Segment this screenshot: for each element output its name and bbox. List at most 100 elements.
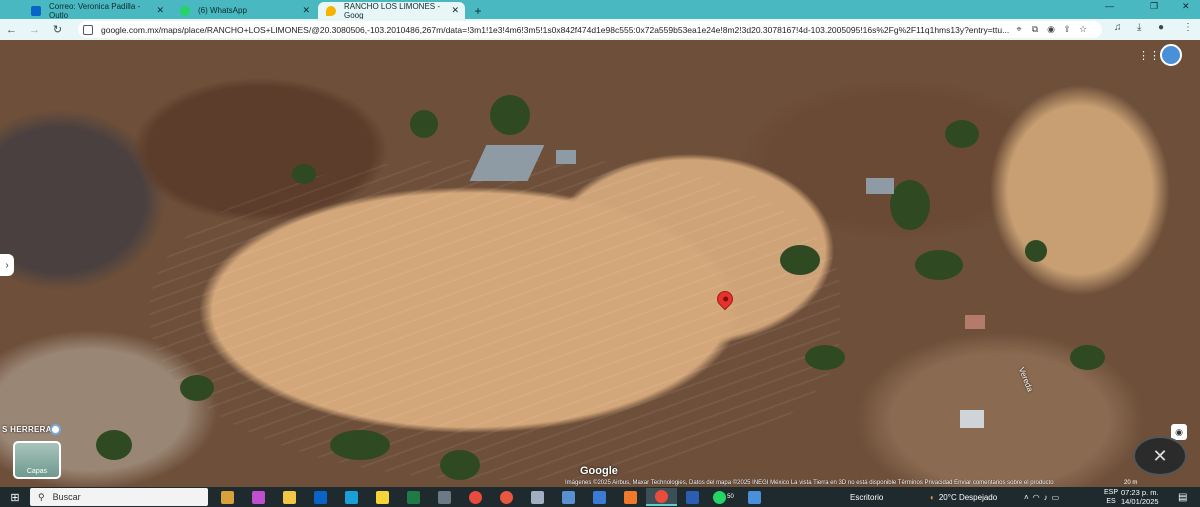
tab-whatsapp[interactable]: (6) WhatsApp ✕ xyxy=(172,2,316,19)
restore-icon[interactable]: ❐ xyxy=(1150,1,1158,12)
tab-google-maps[interactable]: RANCHO LOS LIMONES - Goog ✕ xyxy=(318,1,465,20)
site-info-icon[interactable] xyxy=(83,24,93,35)
date: 14/01/2025 xyxy=(1121,497,1159,506)
language-indicator[interactable]: ESP ES xyxy=(1104,488,1118,506)
weather-icon: ◐ xyxy=(930,492,935,502)
battery-icon[interactable]: ▭ xyxy=(1052,493,1064,502)
tab-title: RANCHO LOS LIMONES - Goog xyxy=(344,1,441,20)
address-bar[interactable]: google.com.mx/maps/place/RANCHO+LOS+LIMO… xyxy=(78,21,1102,38)
close-tab-icon[interactable]: ✕ xyxy=(296,5,310,16)
app-orange-icon xyxy=(624,490,637,504)
new-tab-button[interactable]: + xyxy=(469,2,487,19)
back-icon[interactable]: ← xyxy=(0,24,23,36)
search-placeholder: Buscar xyxy=(52,492,81,502)
layers-label: Capas xyxy=(26,468,48,475)
app-last-taskbar-button[interactable] xyxy=(739,488,770,506)
tree xyxy=(410,110,438,138)
show-desktop[interactable]: Escritorio xyxy=(850,487,883,507)
building-roof xyxy=(866,178,894,194)
chrome-taskbar-button[interactable] xyxy=(460,488,491,506)
app-globe-icon xyxy=(531,490,544,504)
widgets-icon xyxy=(221,490,234,504)
notifications-icon[interactable]: ▤ xyxy=(1178,487,1187,507)
map-scale[interactable]: 20 m xyxy=(1124,480,1137,486)
taskbar-search[interactable]: ⚲ Buscar xyxy=(30,488,208,506)
chrome-icon xyxy=(469,490,482,504)
notification-badge: 50 xyxy=(727,494,734,500)
satellite-map[interactable]: › ⋮⋮ S HERRERA Vereda Capas ◉ ✕ Google I… xyxy=(0,40,1200,487)
app-blue-icon xyxy=(562,490,575,504)
tree xyxy=(292,164,316,184)
tree xyxy=(180,375,214,401)
compass-icon[interactable]: ✕ xyxy=(1133,436,1187,476)
close-window-icon[interactable]: ✕ xyxy=(1182,1,1190,12)
app-people-icon xyxy=(593,490,606,504)
clock[interactable]: 07:23 p. m. 14/01/2025 xyxy=(1121,488,1159,506)
word-icon xyxy=(686,490,699,504)
google-apps-icon[interactable]: ⋮⋮ xyxy=(1138,49,1160,62)
chrome-active-taskbar-button[interactable] xyxy=(646,488,677,506)
outlook-taskbar-button[interactable] xyxy=(305,488,336,506)
app-blue-taskbar-button[interactable] xyxy=(553,488,584,506)
place-marker-icon[interactable] xyxy=(50,424,61,435)
tree xyxy=(96,430,132,460)
download-icon[interactable]: ⤓ xyxy=(1137,22,1141,33)
install-app-icon[interactable]: ⧉ xyxy=(1027,24,1043,35)
whatsapp-taskbar-button[interactable]: 50 xyxy=(708,488,739,506)
edge-taskbar-button[interactable] xyxy=(336,488,367,506)
reload-icon[interactable]: ↻ xyxy=(46,23,69,36)
maps-pin-icon xyxy=(326,6,336,16)
chevron-up-icon[interactable]: ˄ xyxy=(1024,493,1033,502)
forward-icon[interactable]: → xyxy=(23,24,46,36)
copilot-taskbar-button[interactable] xyxy=(243,488,274,506)
app-orange-taskbar-button[interactable] xyxy=(615,488,646,506)
weather-text: 20°C Despejado xyxy=(938,492,998,502)
close-tab-icon[interactable]: ✕ xyxy=(445,5,459,16)
layers-button[interactable]: Capas xyxy=(13,441,61,479)
close-tab-icon[interactable]: ✕ xyxy=(150,5,164,16)
word-taskbar-button[interactable] xyxy=(677,488,708,506)
sticky-notes-taskbar-button[interactable] xyxy=(367,488,398,506)
building-roof xyxy=(965,315,985,329)
profile-icon[interactable]: ● xyxy=(1158,22,1164,33)
tracking-eye-icon[interactable]: ◉ xyxy=(1043,24,1059,35)
wifi-icon[interactable]: ◠ xyxy=(1033,493,1044,502)
outlook-icon xyxy=(314,490,327,504)
windows-start-icon[interactable]: ⊞ xyxy=(0,491,30,504)
browser-toolbar: ← → ↻ google.com.mx/maps/place/RANCHO+LO… xyxy=(0,19,1200,40)
file-explorer-icon xyxy=(283,490,296,504)
file-explorer-taskbar-button[interactable] xyxy=(274,488,305,506)
weather-widget[interactable]: ◐ 20°C Despejado xyxy=(930,487,997,507)
taskbar-apps: 50 xyxy=(212,488,770,506)
share-icon[interactable]: ⇪ xyxy=(1059,24,1075,35)
widgets-taskbar-button[interactable] xyxy=(212,488,243,506)
menu-icon[interactable]: ⋮ xyxy=(1183,22,1193,33)
expand-panel-button[interactable]: › xyxy=(0,254,14,276)
url-text[interactable]: google.com.mx/maps/place/RANCHO+LOS+LIMO… xyxy=(101,25,1011,35)
search-icon: ⚲ xyxy=(38,491,45,502)
sticky-notes-icon xyxy=(376,490,389,504)
volume-icon[interactable]: ♪ xyxy=(1044,493,1052,502)
media-icon[interactable]: ♫ xyxy=(1114,22,1122,33)
desktop-label: Escritorio xyxy=(850,492,884,502)
tab-title: Correo: Veronica Padilla - Outlo xyxy=(49,1,141,20)
avatar[interactable] xyxy=(1160,44,1182,66)
street-view-icon[interactable]: ◉ xyxy=(1171,424,1187,440)
app-red-taskbar-button[interactable] xyxy=(491,488,522,506)
tab-outlook[interactable]: Correo: Veronica Padilla - Outlo ✕ xyxy=(23,1,170,20)
calculator-taskbar-button[interactable] xyxy=(429,488,460,506)
app-people-taskbar-button[interactable] xyxy=(584,488,615,506)
google-logo: Google xyxy=(580,465,618,477)
bookmark-star-icon[interactable]: ☆ xyxy=(1075,24,1091,35)
outlook-icon xyxy=(31,6,41,16)
minimize-icon[interactable]: — xyxy=(1105,1,1114,11)
time: 07:23 p. m. xyxy=(1121,488,1159,497)
system-tray-icons[interactable]: ˄ ◠ ♪ ▭ xyxy=(1024,487,1063,507)
tree xyxy=(330,430,390,460)
map-attribution[interactable]: Imágenes ©2025 Airbus, Maxar Technologie… xyxy=(565,480,1054,487)
building-roof xyxy=(556,150,576,164)
excel-taskbar-button[interactable] xyxy=(398,488,429,506)
location-icon[interactable]: ⌖ xyxy=(1011,24,1027,35)
edge-icon xyxy=(345,490,358,504)
app-globe-taskbar-button[interactable] xyxy=(522,488,553,506)
